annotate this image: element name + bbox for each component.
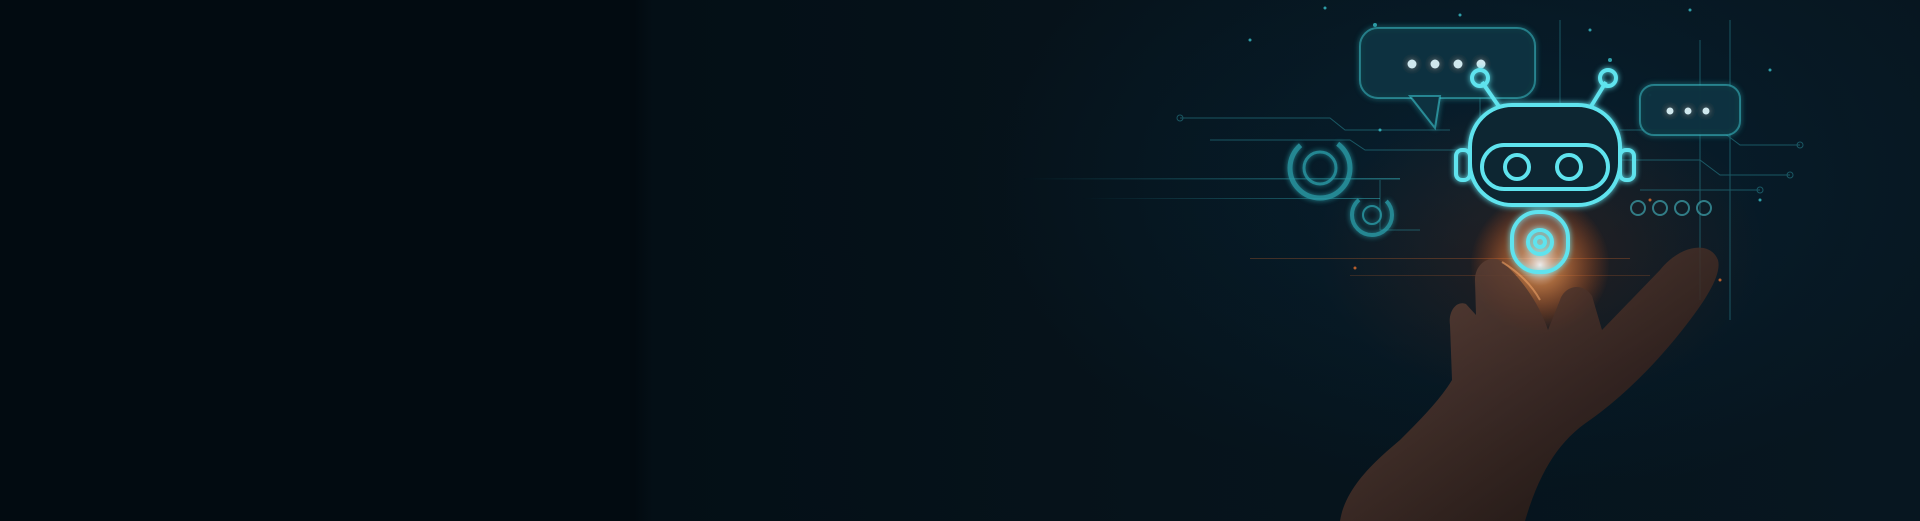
ai-robot-illustration	[1020, 6, 1804, 521]
target-ring-icon	[1287, 135, 1394, 237]
small-chat-bubble-icon	[1639, 84, 1741, 136]
small-ring-row	[1630, 200, 1712, 216]
hero-banner	[0, 0, 1920, 521]
